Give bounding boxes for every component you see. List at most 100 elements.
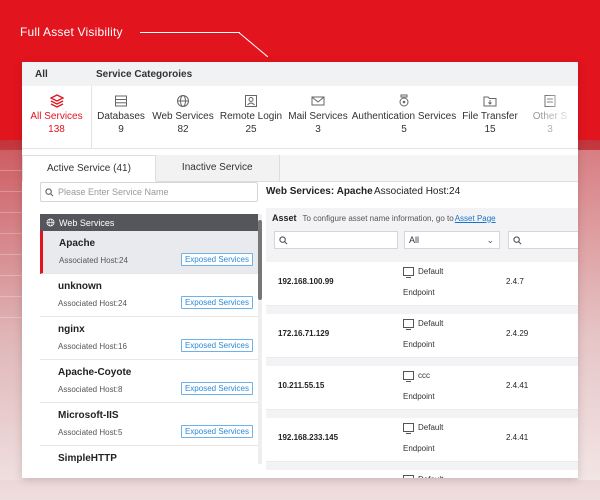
service-name: unknown bbox=[58, 281, 102, 292]
mail-icon bbox=[311, 96, 325, 106]
search-icon bbox=[45, 187, 54, 196]
chevron-down-icon: ⌄ bbox=[486, 235, 494, 245]
category-label: Remote Login bbox=[219, 111, 283, 122]
search-icon bbox=[513, 235, 522, 244]
search-row: Please Enter Service Name Web Services: … bbox=[22, 182, 578, 204]
category-label: File Transfer bbox=[462, 111, 518, 122]
more-icon bbox=[544, 95, 556, 107]
asset-panel: Asset To configure asset name informatio… bbox=[266, 208, 578, 478]
category-count: 82 bbox=[177, 124, 189, 135]
service-group-header: Web Services bbox=[40, 214, 258, 231]
version-search-input[interactable] bbox=[508, 231, 578, 249]
service-card-apache-coyote[interactable]: Apache-Coyote Associated Host:8 Exposed … bbox=[40, 360, 258, 403]
detail-associated-host: Associated Host:24 bbox=[374, 186, 461, 197]
service-host-count: Associated Host:24 bbox=[58, 299, 127, 308]
layers-icon bbox=[49, 94, 64, 108]
globe-icon bbox=[46, 218, 55, 227]
asset-page-link[interactable]: Asset Page bbox=[455, 214, 496, 223]
asset-row[interactable]: 192.168.100.99 Default Endpoint 2.4.7 bbox=[266, 262, 578, 306]
asset-version: 2.4.41 bbox=[506, 433, 529, 442]
service-search-input[interactable]: Please Enter Service Name bbox=[40, 182, 258, 202]
service-card-nginx[interactable]: nginx Associated Host:16 Exposed Service… bbox=[40, 317, 258, 360]
detail-title: Web Services: Apache bbox=[266, 186, 373, 197]
asset-role: Endpoint bbox=[403, 392, 435, 401]
tab-inactive-service[interactable]: Inactive Service bbox=[155, 155, 280, 181]
asset-version: 2.4.41 bbox=[506, 381, 529, 390]
category-count: 3 bbox=[315, 124, 321, 135]
badge-icon bbox=[399, 94, 409, 107]
asset-ip: 192.168.233.145 bbox=[278, 433, 339, 442]
service-name: Apache-Coyote bbox=[58, 367, 132, 378]
asset-version: 2.4.7 bbox=[506, 277, 524, 286]
service-name: Apache bbox=[59, 238, 96, 249]
asset-type: Default bbox=[403, 475, 443, 478]
category-web-services[interactable]: Web Services 82 bbox=[150, 86, 216, 148]
service-group-label: Web Services bbox=[59, 217, 115, 228]
asset-label: Asset bbox=[272, 213, 297, 223]
asset-filters: All ⌄ bbox=[266, 228, 578, 254]
exposed-services-badge: Exposed Services bbox=[180, 253, 253, 266]
category-bar: All Services 138 Databases 9 Web Service… bbox=[22, 86, 578, 149]
asset-type: ccc bbox=[403, 371, 430, 382]
headline-connector-line bbox=[140, 32, 240, 33]
exposed-services-badge: Exposed Services bbox=[180, 382, 253, 395]
service-tabs: Active Service (41) Inactive Service bbox=[22, 155, 578, 182]
monitor-icon bbox=[403, 475, 414, 478]
service-card-simplehttp[interactable]: SimpleHTTP bbox=[40, 446, 258, 478]
database-icon bbox=[115, 95, 127, 107]
user-login-icon bbox=[245, 95, 257, 107]
service-list-scrollbar[interactable] bbox=[258, 214, 262, 464]
asset-type-label: Default bbox=[418, 267, 444, 276]
asset-role: Endpoint bbox=[403, 444, 435, 453]
background-ghost-ui-left bbox=[0, 150, 22, 480]
service-host-count: Associated Host:16 bbox=[58, 342, 127, 351]
category-file-transfer[interactable]: File Transfer 15 bbox=[458, 86, 522, 148]
category-databases[interactable]: Databases 9 bbox=[92, 86, 150, 148]
service-name: nginx bbox=[58, 324, 85, 335]
category-all-services[interactable]: All Services 138 bbox=[22, 86, 92, 148]
asset-services-panel: All Service Categoroies All Services 138… bbox=[22, 62, 578, 478]
asset-type-label: Default bbox=[418, 423, 444, 432]
asset-row[interactable]: Default bbox=[266, 470, 578, 478]
exposed-services-badge: Exposed Services bbox=[180, 339, 253, 352]
asset-hint: To configure asset name information, go … bbox=[302, 213, 454, 223]
all-header-label: All bbox=[35, 68, 48, 80]
category-count: 15 bbox=[484, 124, 496, 135]
background-ghost-ui-right bbox=[578, 150, 600, 480]
category-label: All Services bbox=[30, 111, 83, 122]
category-authentication-services[interactable]: Authentication Services 5 bbox=[350, 86, 458, 148]
asset-type: Default bbox=[403, 319, 444, 330]
category-label: Authentication Services bbox=[351, 111, 457, 122]
monitor-icon bbox=[403, 319, 414, 330]
service-host-count: Associated Host:24 bbox=[59, 256, 128, 265]
asset-search-input[interactable] bbox=[274, 231, 398, 249]
asset-header: Asset To configure asset name informatio… bbox=[266, 208, 578, 228]
tab-active-service[interactable]: Active Service (41) bbox=[22, 155, 156, 182]
category-header: All Service Categoroies bbox=[22, 62, 578, 86]
asset-type-label: ccc bbox=[418, 371, 430, 380]
service-host-count: Associated Host:5 bbox=[58, 428, 123, 437]
service-card-apache[interactable]: Apache Associated Host:24 Exposed Servic… bbox=[40, 231, 258, 274]
category-count: 5 bbox=[401, 124, 407, 135]
exposed-services-badge: Exposed Services bbox=[180, 296, 253, 309]
asset-type-select-value: All bbox=[409, 235, 420, 245]
asset-row[interactable]: 192.168.233.145 Default Endpoint 2.4.41 bbox=[266, 418, 578, 462]
asset-type: Default bbox=[403, 267, 444, 278]
asset-type-label: Default bbox=[418, 319, 444, 328]
asset-row[interactable]: 172.16.71.129 Default Endpoint 2.4.29 bbox=[266, 314, 578, 358]
scrollbar-thumb[interactable] bbox=[258, 220, 262, 300]
service-card-unknown[interactable]: unknown Associated Host:24 Exposed Servi… bbox=[40, 274, 258, 317]
asset-row[interactable]: 10.211.55.15 ccc Endpoint 2.4.41 bbox=[266, 366, 578, 410]
monitor-icon bbox=[403, 267, 414, 278]
service-card-microsoft-iis[interactable]: Microsoft-IIS Associated Host:5 Exposed … bbox=[40, 403, 258, 446]
asset-type-select[interactable]: All ⌄ bbox=[404, 231, 500, 249]
category-mail-services[interactable]: Mail Services 3 bbox=[286, 86, 350, 148]
category-other-services[interactable]: Other S 3 bbox=[522, 86, 578, 148]
service-categories-header-label: Service Categoroies bbox=[96, 68, 193, 80]
asset-ip: 172.16.71.129 bbox=[278, 329, 330, 338]
asset-role: Endpoint bbox=[403, 340, 435, 349]
exposed-services-badge: Exposed Services bbox=[180, 425, 253, 438]
category-label: Other S bbox=[532, 111, 568, 122]
category-count: 9 bbox=[118, 124, 124, 135]
category-remote-login[interactable]: Remote Login 25 bbox=[216, 86, 286, 148]
